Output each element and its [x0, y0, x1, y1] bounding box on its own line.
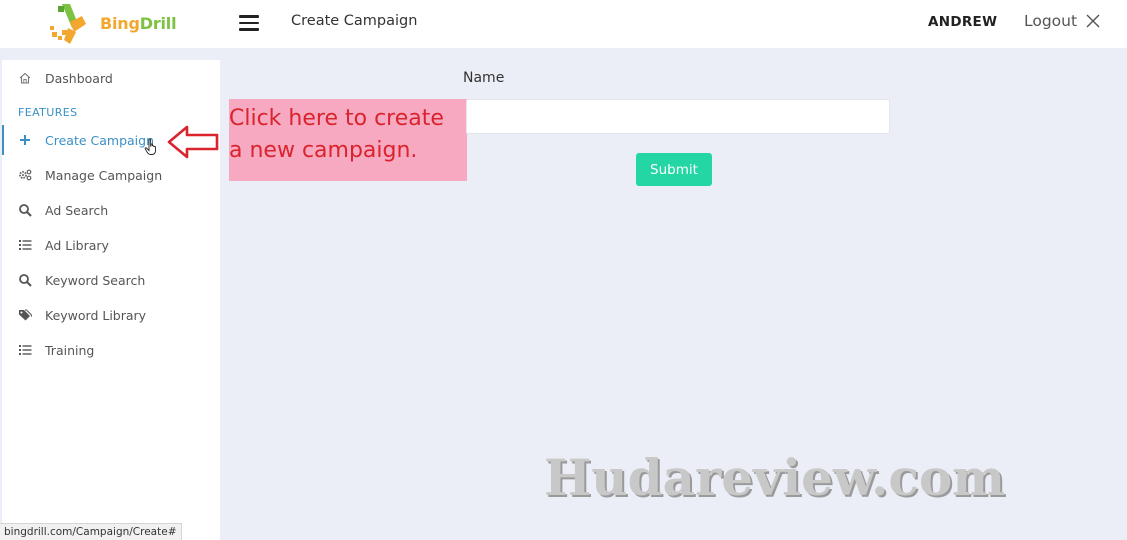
sidebar-item-label: Dashboard	[45, 71, 113, 86]
status-bar-url: bingdrill.com/Campaign/Create#	[0, 523, 182, 540]
search-icon	[19, 204, 32, 217]
drill-logo-icon	[50, 4, 86, 44]
sidebar-item-label: Manage Campaign	[45, 168, 163, 183]
hamburger-line	[239, 28, 259, 31]
hamburger-line	[239, 15, 259, 18]
tutorial-callout: Click here to create a new campaign.	[229, 99, 467, 181]
home-icon	[19, 72, 31, 84]
logout-link[interactable]: Logout	[1024, 12, 1077, 30]
sidebar-item-dashboard[interactable]: Dashboard	[2, 63, 220, 93]
watermark: Hudareview.com	[544, 448, 1006, 507]
gears-icon	[19, 169, 32, 181]
arrow-left-icon	[167, 125, 219, 159]
sidebar-item-training[interactable]: Training	[2, 335, 220, 365]
sidebar-section-label: FEATURES	[18, 106, 78, 119]
hamburger-line	[239, 21, 259, 24]
bingdrill-logo[interactable]: BingDrill	[48, 0, 188, 48]
user-name[interactable]: ANDREW	[928, 14, 997, 30]
menu-toggle-button[interactable]	[239, 14, 261, 32]
logo-text: BingDrill	[100, 14, 177, 33]
sidebar-item-label: Ad Library	[45, 238, 109, 253]
sidebar-item-ad-library[interactable]: Ad Library	[2, 230, 220, 260]
sidebar-item-label: Training	[45, 343, 95, 358]
callout-text: Click here to create a new campaign.	[229, 106, 444, 163]
page-title: Create Campaign	[291, 13, 418, 29]
sidebar-item-label: Ad Search	[45, 203, 109, 218]
hand-pointer-icon	[144, 138, 156, 155]
campaign-name-input[interactable]	[466, 99, 890, 134]
list-icon	[19, 345, 32, 355]
sidebar-item-keyword-library[interactable]: Keyword Library	[2, 300, 220, 330]
top-bar: BingDrill Create Campaign ANDREW Logout	[0, 0, 1127, 48]
close-icon[interactable]	[1085, 13, 1101, 29]
search-icon	[19, 274, 32, 287]
sidebar-item-ad-search[interactable]: Ad Search	[2, 195, 220, 225]
sidebar-item-keyword-search[interactable]: Keyword Search	[2, 265, 220, 295]
submit-button[interactable]: Submit	[636, 153, 712, 186]
plus-icon	[20, 135, 30, 145]
sidebar-item-label: Keyword Library	[45, 308, 147, 323]
sidebar-item-label: Create Campaign	[45, 133, 154, 148]
sidebar-item-label: Keyword Search	[45, 273, 146, 288]
name-label: Name	[463, 70, 505, 86]
tags-icon	[19, 309, 32, 321]
list-icon	[19, 240, 32, 250]
sidebar-item-manage-campaign[interactable]: Manage Campaign	[2, 160, 220, 190]
